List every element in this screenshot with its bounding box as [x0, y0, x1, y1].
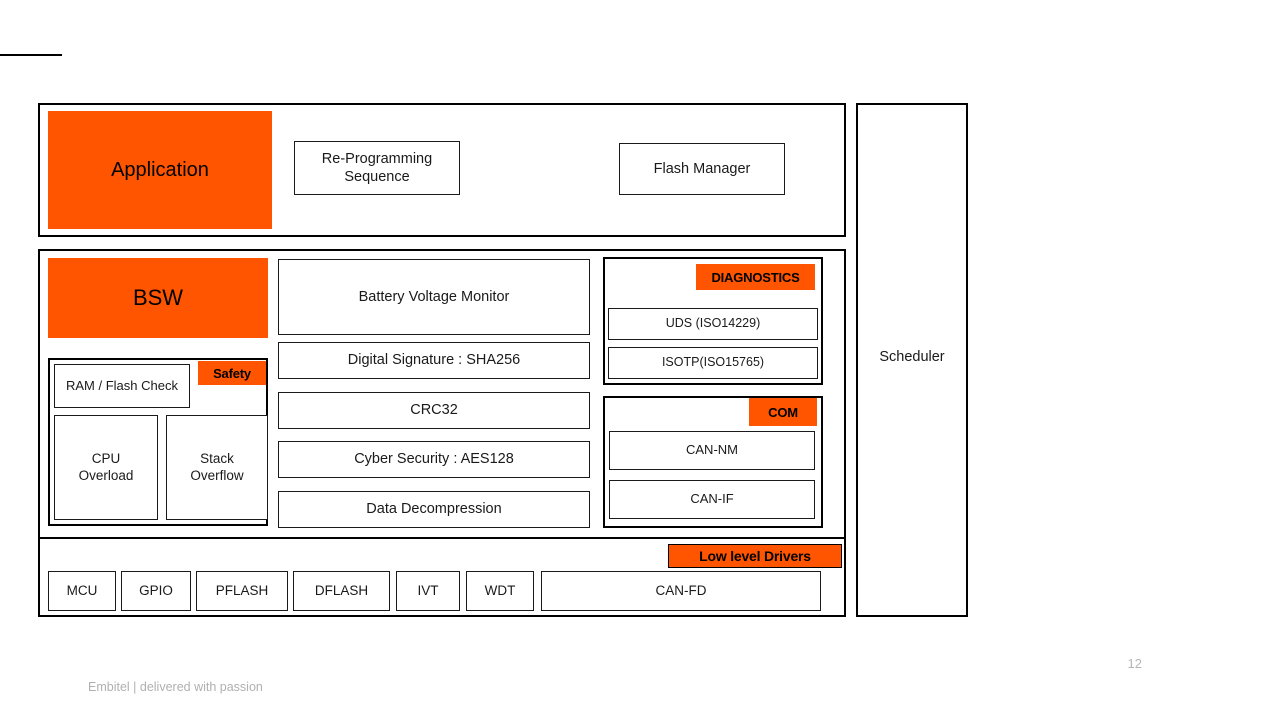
low-level-drivers-badge: Low level Drivers [668, 544, 842, 568]
data-decompression-box[interactable]: Data Decompression [278, 491, 590, 528]
isotp-box[interactable]: ISOTP(ISO15765) [608, 347, 818, 379]
scheduler-label: Scheduler [879, 349, 945, 365]
battery-voltage-monitor-box[interactable]: Battery Voltage Monitor [278, 259, 590, 335]
reprogramming-sequence-box[interactable]: Re-Programming Sequence [294, 141, 460, 195]
diagnostics-badge: DIAGNOSTICS [696, 264, 815, 290]
can-fd-box[interactable]: CAN-FD [541, 571, 821, 611]
top-left-rule [0, 54, 62, 56]
gpio-box[interactable]: GPIO [121, 571, 191, 611]
can-if-box[interactable]: CAN-IF [609, 480, 815, 519]
application-block[interactable]: Application [48, 111, 272, 229]
slide-canvas: Application Re-Programming Sequence Flas… [0, 0, 1280, 720]
ivt-box[interactable]: IVT [396, 571, 460, 611]
crc32-box[interactable]: CRC32 [278, 392, 590, 429]
stack-overflow-box[interactable]: Stack Overflow [166, 415, 268, 520]
mcu-box[interactable]: MCU [48, 571, 116, 611]
safety-badge: Safety [198, 361, 266, 385]
bsw-block[interactable]: BSW [48, 258, 268, 338]
cpu-overload-box[interactable]: CPU Overload [54, 415, 158, 520]
digital-signature-box[interactable]: Digital Signature : SHA256 [278, 342, 590, 379]
ram-flash-check-box[interactable]: RAM / Flash Check [54, 364, 190, 408]
wdt-box[interactable]: WDT [466, 571, 534, 611]
pflash-box[interactable]: PFLASH [196, 571, 288, 611]
can-nm-box[interactable]: CAN-NM [609, 431, 815, 470]
page-number: 12 [1127, 656, 1142, 671]
uds-box[interactable]: UDS (ISO14229) [608, 308, 818, 340]
flash-manager-box[interactable]: Flash Manager [619, 143, 785, 195]
cyber-security-box[interactable]: Cyber Security : AES128 [278, 441, 590, 478]
footer-text: Embitel | delivered with passion [88, 680, 263, 694]
dflash-box[interactable]: DFLASH [293, 571, 390, 611]
com-badge: COM [749, 398, 817, 426]
